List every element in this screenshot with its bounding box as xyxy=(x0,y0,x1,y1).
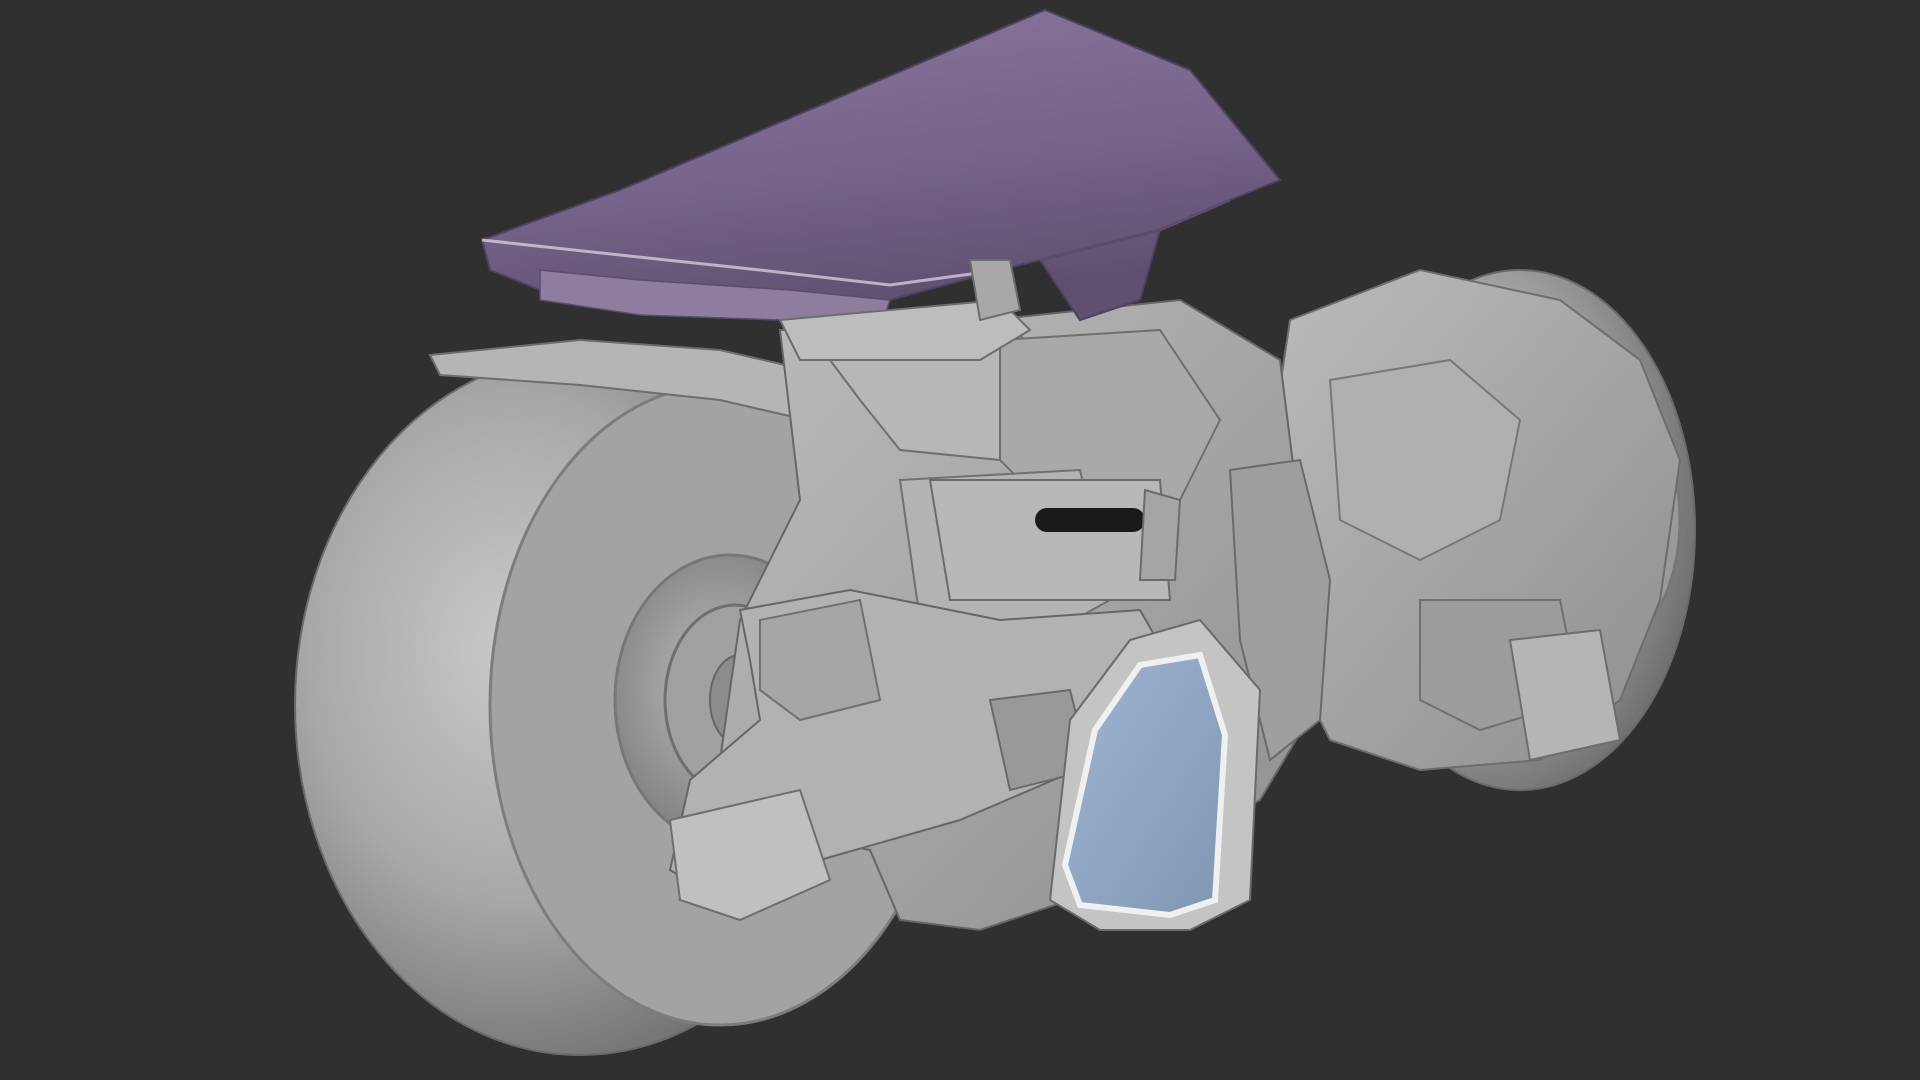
seat xyxy=(480,8,1282,331)
model-render[interactable] xyxy=(0,0,1920,1080)
handlebar xyxy=(928,479,1182,601)
front-fairing xyxy=(1258,268,1682,772)
handle-grip xyxy=(1035,508,1145,532)
3d-viewport[interactable] xyxy=(0,0,1920,1080)
